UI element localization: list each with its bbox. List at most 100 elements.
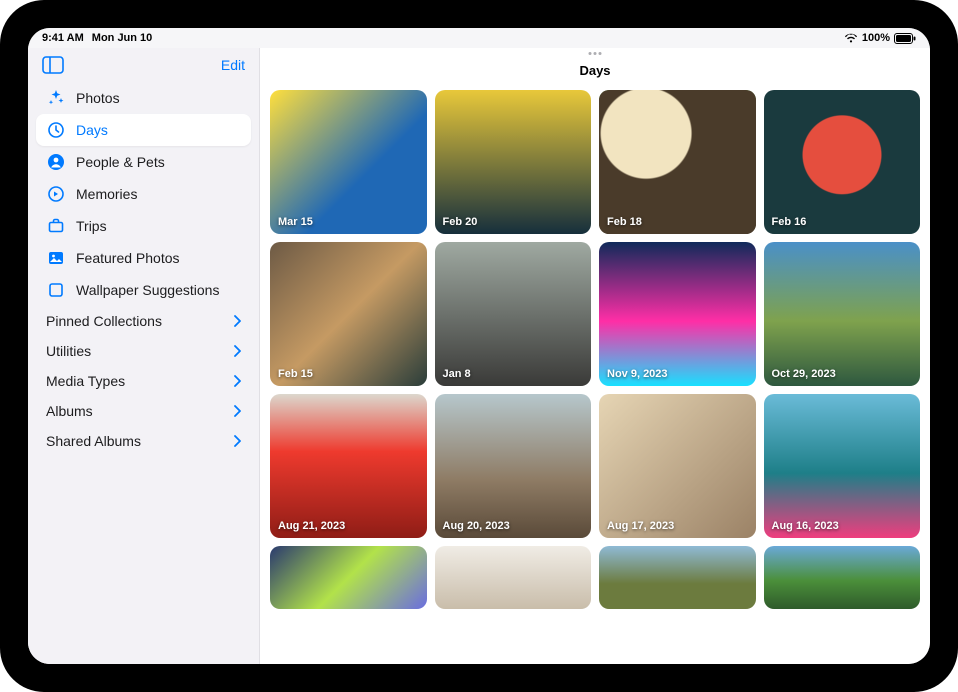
chevron-right-icon: [233, 375, 241, 387]
day-tile[interactable]: [599, 546, 756, 609]
sidebar-item-label: People & Pets: [76, 154, 165, 170]
day-tile-date: Nov 9, 2023: [607, 368, 668, 380]
sidebar-group-label: Media Types: [46, 373, 125, 389]
sidebar-item-label: Memories: [76, 186, 137, 202]
status-bar: 9:41 AM Mon Jun 10 100%: [28, 28, 930, 48]
sidebar-item-wallpaper-suggestions[interactable]: Wallpaper Suggestions: [36, 274, 251, 306]
sparkle-icon: [46, 88, 66, 108]
sidebar-group-utilities[interactable]: Utilities: [36, 336, 251, 366]
day-tile[interactable]: Feb 18: [599, 90, 756, 234]
thumbnail-image: [599, 242, 756, 386]
thumbnail-image: [599, 394, 756, 538]
thumbnail-image: [764, 546, 921, 609]
thumbnail-image: [764, 394, 921, 538]
battery-icon: [894, 33, 916, 44]
sidebar-item-label: Photos: [76, 90, 120, 106]
sidebar-group-label: Shared Albums: [46, 433, 141, 449]
day-tile[interactable]: Jan 8: [435, 242, 592, 386]
clock-icon: [46, 120, 66, 140]
sidebar-group-pinned-collections[interactable]: Pinned Collections: [36, 306, 251, 336]
day-tile[interactable]: Feb 15: [270, 242, 427, 386]
day-tile-date: Aug 16, 2023: [772, 520, 839, 532]
sidebar-item-label: Featured Photos: [76, 250, 180, 266]
sidebar-group-media-types[interactable]: Media Types: [36, 366, 251, 396]
thumbnail-image: [599, 546, 756, 609]
sidebar-group-label: Utilities: [46, 343, 91, 359]
sidebar-group-shared-albums[interactable]: Shared Albums: [36, 426, 251, 456]
thumbnail-image: [270, 242, 427, 386]
person-icon: [46, 152, 66, 172]
photo-icon: [46, 248, 66, 268]
sidebar-item-people-pets[interactable]: People & Pets: [36, 146, 251, 178]
status-left: 9:41 AM Mon Jun 10: [42, 32, 152, 44]
day-tile-date: Oct 29, 2023: [772, 368, 836, 380]
photo-grid-scroll[interactable]: Mar 15 Feb 20 Feb 18 Feb 16 Feb 15 Jan 8 Nov 9…: [260, 84, 930, 664]
day-tile-date: Feb 15: [278, 368, 313, 380]
thumbnail-image: [435, 546, 592, 609]
day-tile-date: Mar 15: [278, 216, 313, 228]
sidebar-item-trips[interactable]: Trips: [36, 210, 251, 242]
day-tile[interactable]: Aug 20, 2023: [435, 394, 592, 538]
edit-button[interactable]: Edit: [221, 57, 245, 73]
sidebar-group-label: Pinned Collections: [46, 313, 162, 329]
rectangle-icon: [46, 280, 66, 300]
photo-grid: Mar 15 Feb 20 Feb 18 Feb 16 Feb 15 Jan 8 Nov 9…: [270, 90, 920, 609]
status-right: 100%: [844, 32, 916, 44]
sidebar-item-photos[interactable]: Photos: [36, 82, 251, 114]
sidebar-item-label: Trips: [76, 218, 107, 234]
thumbnail-image: [599, 90, 756, 234]
sidebar-item-days[interactable]: Days: [36, 114, 251, 146]
thumbnail-image: [270, 546, 427, 609]
day-tile[interactable]: [270, 546, 427, 609]
day-tile[interactable]: Mar 15: [270, 90, 427, 234]
day-tile[interactable]: Oct 29, 2023: [764, 242, 921, 386]
thumbnail-image: [270, 394, 427, 538]
day-tile[interactable]: Aug 17, 2023: [599, 394, 756, 538]
day-tile-date: Feb 20: [443, 216, 478, 228]
battery-percent: 100%: [862, 32, 890, 44]
sidebar-item-label: Days: [76, 122, 108, 138]
screen: 9:41 AM Mon Jun 10 100% Edit: [28, 28, 930, 664]
page-title: Days: [579, 63, 610, 78]
chevron-right-icon: [233, 315, 241, 327]
thumbnail-image: [435, 242, 592, 386]
day-tile[interactable]: Aug 16, 2023: [764, 394, 921, 538]
day-tile-date: Aug 20, 2023: [443, 520, 510, 532]
day-tile-date: Aug 21, 2023: [278, 520, 345, 532]
status-date: Mon Jun 10: [92, 32, 153, 44]
main-pane: Days Mar 15 Feb 20 Feb 18 Feb 16 Feb 15 Jan 8…: [260, 48, 930, 664]
sidebar-group-albums[interactable]: Albums: [36, 396, 251, 426]
sidebar-item-memories[interactable]: Memories: [36, 178, 251, 210]
sidebar-group-label: Albums: [46, 403, 93, 419]
main-header: Days: [260, 48, 930, 84]
day-tile-date: Jan 8: [443, 368, 471, 380]
day-tile[interactable]: Feb 16: [764, 90, 921, 234]
sidebar-item-featured-photos[interactable]: Featured Photos: [36, 242, 251, 274]
day-tile-date: Feb 18: [607, 216, 642, 228]
wifi-icon: [844, 33, 858, 43]
sidebar-toggle-icon[interactable]: [42, 56, 64, 74]
multitasking-dots-icon[interactable]: [589, 52, 602, 55]
thumbnail-image: [764, 242, 921, 386]
chevron-right-icon: [233, 405, 241, 417]
chevron-right-icon: [233, 435, 241, 447]
content: Edit Photos Days People & Pets Memories Trip…: [28, 48, 930, 664]
thumbnail-image: [435, 394, 592, 538]
day-tile[interactable]: Feb 20: [435, 90, 592, 234]
day-tile[interactable]: Nov 9, 2023: [599, 242, 756, 386]
sidebar: Edit Photos Days People & Pets Memories Trip…: [28, 48, 260, 664]
sidebar-top: Edit: [36, 54, 251, 82]
day-tile-date: Aug 17, 2023: [607, 520, 674, 532]
thumbnail-image: [764, 90, 921, 234]
device-frame: 9:41 AM Mon Jun 10 100% Edit: [0, 0, 958, 692]
day-tile-date: Feb 16: [772, 216, 807, 228]
thumbnail-image: [270, 90, 427, 234]
day-tile[interactable]: Aug 21, 2023: [270, 394, 427, 538]
status-time: 9:41 AM: [42, 32, 84, 44]
day-tile[interactable]: [764, 546, 921, 609]
chevron-right-icon: [233, 345, 241, 357]
suitcase-icon: [46, 216, 66, 236]
day-tile[interactable]: [435, 546, 592, 609]
memories-icon: [46, 184, 66, 204]
thumbnail-image: [435, 90, 592, 234]
